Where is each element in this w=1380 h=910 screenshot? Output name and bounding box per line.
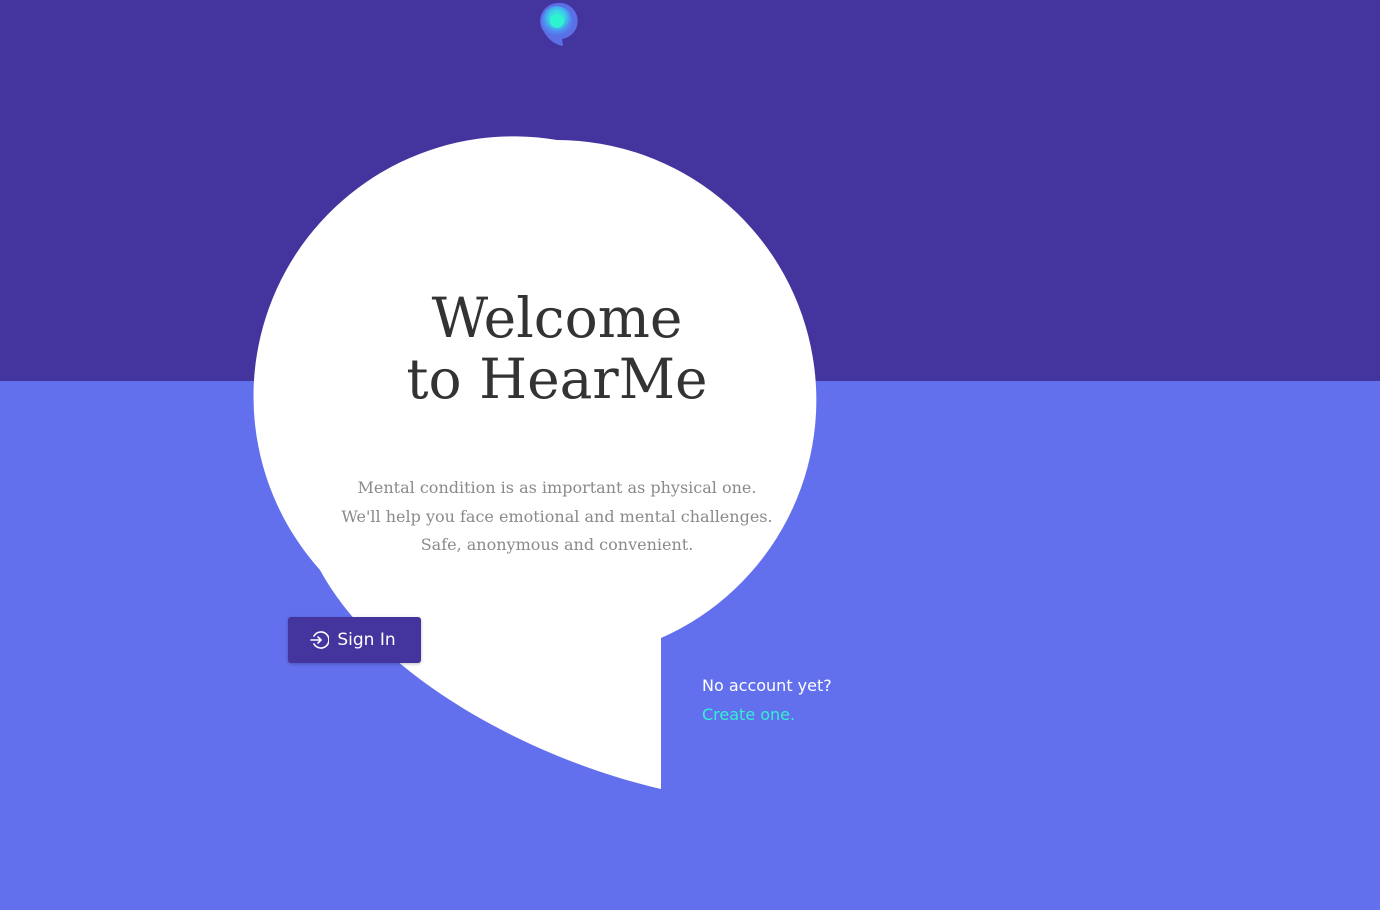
welcome-subtitle: Mental condition is as important as phys… — [317, 474, 797, 560]
title-line-2: to HearMe — [406, 347, 708, 411]
welcome-title: Welcome to HearMe — [337, 288, 777, 410]
speech-bubble — [253, 136, 817, 789]
sign-in-icon — [309, 630, 330, 650]
no-account-text: No account yet? — [702, 676, 832, 695]
title-line-1: Welcome — [431, 286, 683, 350]
sign-in-button[interactable]: Sign In — [288, 617, 421, 663]
subtitle-line-1: Mental condition is as important as phys… — [357, 478, 757, 497]
sign-in-label: Sign In — [337, 630, 396, 650]
signup-prompt: No account yet? Create one. — [702, 671, 832, 729]
create-account-link[interactable]: Create one. — [702, 700, 832, 729]
subtitle-line-3: Safe, anonymous and convenient. — [420, 535, 694, 554]
subtitle-line-2: We'll help you face emotional and mental… — [341, 506, 773, 526]
